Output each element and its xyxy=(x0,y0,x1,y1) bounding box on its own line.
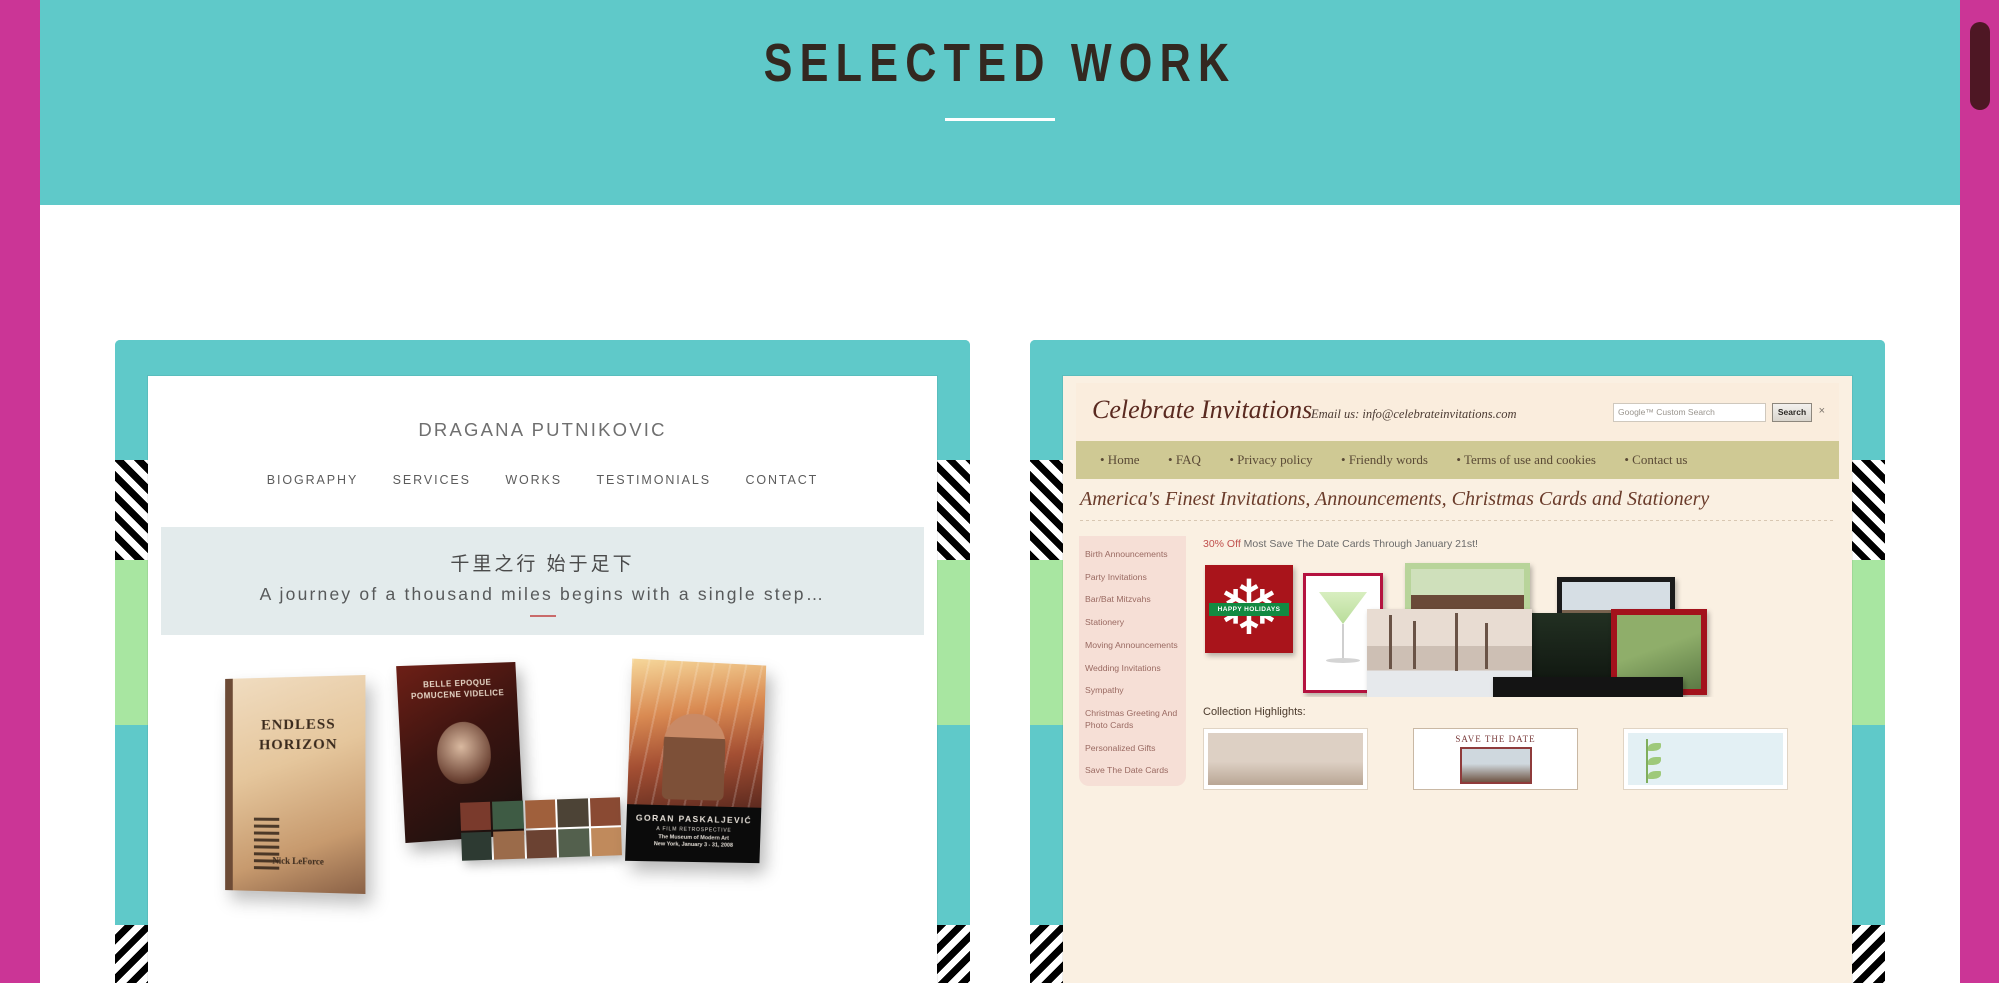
tree-graphic xyxy=(1413,621,1416,669)
title-underline-rule xyxy=(945,118,1055,121)
sidebar-item-christmas-cards[interactable]: Christmas Greeting And Photo Cards xyxy=(1085,708,1186,731)
hero-banner: SELECTED WORK xyxy=(40,0,1960,205)
thumbnail-image xyxy=(1460,747,1532,784)
search-input[interactable]: Google™ Custom Search xyxy=(1613,403,1766,422)
tagline-divider xyxy=(1080,520,1835,521)
email-contact[interactable]: Email us: info@celebrateinvitations.com xyxy=(1311,407,1517,422)
collection-highlights-label: Collection Highlights: xyxy=(1203,706,1306,718)
promo-discount: 30% Off xyxy=(1203,538,1241,550)
photo-tile xyxy=(492,800,524,830)
product-collage[interactable]: ❄ HAPPY HOLIDAYS xyxy=(1203,559,1821,697)
thumbnail-image xyxy=(1208,733,1363,785)
nav-item-friendly-words[interactable]: • Friendly words xyxy=(1341,441,1428,479)
martini-glass-graphic xyxy=(1319,592,1367,624)
site-nav[interactable]: • Home • FAQ • Privacy policy • Friendly… xyxy=(1076,441,1839,479)
sidebar-item-personalized-gifts[interactable]: Personalized Gifts xyxy=(1085,743,1186,755)
book-cover-caption: GORAN PASKALJEVIĆ A FILM RETROSPECTIVE T… xyxy=(625,804,762,864)
site-preview-dragana[interactable]: DRAGANA PUTNIKOVIC BIOGRAPHY SERVICES WO… xyxy=(148,376,937,983)
nav-item-biography[interactable]: BIOGRAPHY xyxy=(267,473,358,487)
nav-item-privacy[interactable]: • Privacy policy xyxy=(1229,441,1312,479)
photo-tile xyxy=(590,827,622,857)
sidebar-item-moving-announcements[interactable]: Moving Announcements xyxy=(1085,640,1186,652)
leaf-graphic xyxy=(1648,757,1661,765)
browser-viewport: SELECTED WORK DRAGANA PUTNIKOVIC BIOGRAP… xyxy=(40,0,1960,983)
nav-item-home[interactable]: • Home xyxy=(1100,441,1140,479)
tree-graphic xyxy=(1389,615,1392,669)
book-cover-figure-graphic xyxy=(661,712,727,801)
book-title: BELLE EPOQUE POMUCENE VIDELICE xyxy=(410,677,505,702)
sidebar-item-party-invitations[interactable]: Party Invitations xyxy=(1085,572,1186,584)
photo-tile xyxy=(493,830,525,860)
quote-underline-rule xyxy=(529,615,556,617)
work-grid: DRAGANA PUTNIKOVIC BIOGRAPHY SERVICES WO… xyxy=(40,205,1960,983)
quote-chinese: 千里之行 始于足下 xyxy=(450,554,635,575)
collage-ribbon-label: HAPPY HOLIDAYS xyxy=(1209,603,1289,616)
book-cover-portrait-graphic xyxy=(435,720,493,786)
sidebar-item-bar-bat-mitzvahs[interactable]: Bar/Bat Mitzvahs xyxy=(1085,594,1186,606)
promo-banner: 30% Off Most Save The Date Cards Through… xyxy=(1203,538,1823,550)
sidebar-item-stationery[interactable]: Stationery xyxy=(1085,617,1186,629)
nav-item-contact-us[interactable]: • Contact us xyxy=(1624,441,1687,479)
promo-text: Most Save The Date Cards Through January… xyxy=(1240,538,1478,550)
scrollbar-thumb[interactable] xyxy=(1970,22,1990,110)
nav-item-works[interactable]: WORKS xyxy=(505,473,562,487)
work-card-dragana-putnikovic[interactable]: DRAGANA PUTNIKOVIC BIOGRAPHY SERVICES WO… xyxy=(115,340,970,983)
scrollbar[interactable] xyxy=(1960,0,1999,983)
collage-card-snowflake: ❄ HAPPY HOLIDAYS xyxy=(1205,565,1293,653)
sidebar-item-sympathy[interactable]: Sympathy xyxy=(1085,685,1186,697)
sidebar-item-wedding-invitations[interactable]: Wedding Invitations xyxy=(1085,663,1186,675)
quote-banner: 千里之行 始于足下 A journey of a thousand miles … xyxy=(161,527,924,635)
book-title: ENDLESS HORIZON xyxy=(259,716,338,754)
work-card-celebrate-invitations[interactable]: Celebrate Invitations Email us: info@cel… xyxy=(1030,340,1885,983)
sidebar-item-save-the-date-cards[interactable]: Save The Date Cards xyxy=(1085,765,1186,777)
thumbnail-image xyxy=(1628,733,1783,785)
book-author: Nick LeForce xyxy=(272,855,324,867)
collage-card-bottom-strip xyxy=(1493,677,1683,697)
site-topbar: Celebrate Invitations Email us: info@cel… xyxy=(1076,383,1839,441)
photo-tile xyxy=(558,828,590,858)
thumbnail-winter-card[interactable] xyxy=(1203,728,1368,790)
nav-item-testimonials[interactable]: TESTIMONIALS xyxy=(597,473,711,487)
photo-tile xyxy=(461,831,493,861)
leaf-graphic xyxy=(1648,771,1661,779)
page-background: SELECTED WORK DRAGANA PUTNIKOVIC BIOGRAP… xyxy=(0,0,1999,983)
category-sidebar[interactable]: Birth Announcements Party Invitations Ba… xyxy=(1079,536,1186,786)
leaf-graphic xyxy=(1648,743,1661,751)
book-gallery: ENDLESS HORIZON Nick LeForce BELLE EPOQU… xyxy=(161,642,924,983)
sidebar-item-birth-announcements[interactable]: Birth Announcements xyxy=(1085,549,1186,561)
thumbnail-save-the-date-card[interactable]: SAVE THE DATE xyxy=(1413,728,1578,790)
site-preview-celebrate-invitations[interactable]: Celebrate Invitations Email us: info@cel… xyxy=(1063,376,1852,983)
thumbnail-vine-card[interactable] xyxy=(1623,728,1788,790)
book-cover-goran-paskaljevic[interactable]: GORAN PASKALJEVIĆ A FILM RETROSPECTIVE T… xyxy=(625,658,767,864)
nav-item-terms[interactable]: • Terms of use and cookies xyxy=(1456,441,1596,479)
thumbnail-label: SAVE THE DATE xyxy=(1455,734,1536,744)
photo-tile xyxy=(460,801,492,831)
book-cover-photo-graphic xyxy=(627,658,767,808)
site-brand: DRAGANA PUTNIKOVIC xyxy=(418,419,667,440)
collection-thumbnails[interactable]: SAVE THE DATE xyxy=(1203,728,1821,790)
photo-tile-strip xyxy=(460,797,622,861)
close-icon[interactable]: × xyxy=(1819,405,1825,417)
site-tagline: America's Finest Invitations, Announceme… xyxy=(1080,488,1710,510)
martini-base-graphic xyxy=(1326,658,1360,663)
photo-tile xyxy=(557,798,589,828)
site-logo: Celebrate Invitations xyxy=(1092,395,1313,424)
book-title: GORAN PASKALJEVIĆ xyxy=(635,812,753,826)
tree-graphic xyxy=(1485,623,1488,669)
martini-stem-graphic xyxy=(1342,624,1344,658)
nav-item-contact[interactable]: CONTACT xyxy=(745,473,818,487)
site-nav[interactable]: BIOGRAPHY SERVICES WORKS TESTIMONIALS CO… xyxy=(161,471,924,489)
quote-english: A journey of a thousand miles begins wit… xyxy=(259,584,826,604)
photo-tile xyxy=(589,797,621,827)
photo-tile xyxy=(524,799,557,829)
photo-tile xyxy=(525,829,558,859)
nav-item-faq[interactable]: • FAQ xyxy=(1168,441,1201,479)
search-button[interactable]: Search xyxy=(1772,403,1812,422)
site-header: DRAGANA PUTNIKOVIC BIOGRAPHY SERVICES WO… xyxy=(161,383,924,527)
nav-item-services[interactable]: SERVICES xyxy=(393,473,471,487)
page-title: SELECTED WORK xyxy=(763,33,1237,93)
book-cover-endless-horizon[interactable]: ENDLESS HORIZON Nick LeForce xyxy=(225,674,366,895)
tree-graphic xyxy=(1455,613,1458,671)
